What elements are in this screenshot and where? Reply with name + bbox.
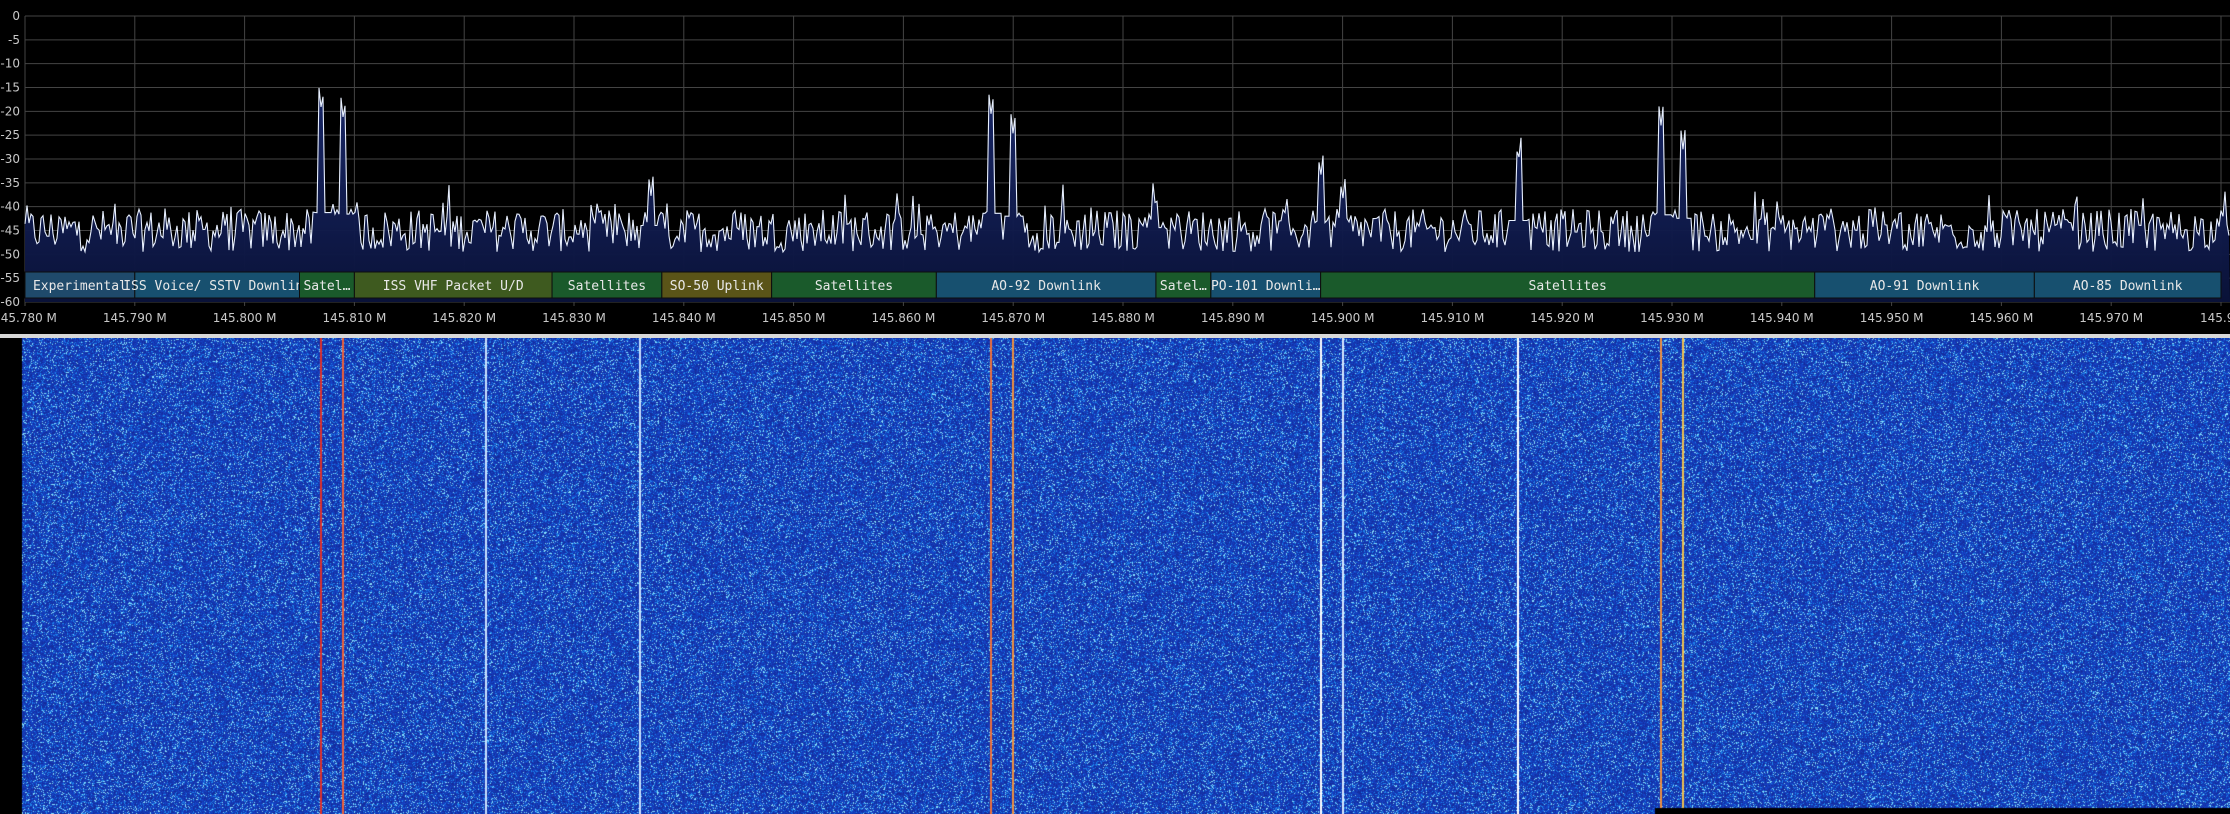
- band-label: Satellites: [815, 279, 893, 294]
- band-label: ISS Voice/ SSTV Downlink: [123, 279, 311, 294]
- freq-axis-label: 145.910 M: [1421, 311, 1485, 325]
- band-segment[interactable]: Experimental: [24, 271, 136, 299]
- freq-axis-label: 145.950 M: [1860, 311, 1924, 325]
- freq-axis-label: 145.830 M: [542, 311, 606, 325]
- db-axis-label: -50: [0, 247, 20, 261]
- freq-axis-label: 145.900 M: [1311, 311, 1375, 325]
- waterfall-display[interactable]: [0, 338, 2230, 814]
- band-segment[interactable]: AO-85 Downlink: [2033, 271, 2222, 299]
- freq-axis-label: 145.98: [2200, 311, 2230, 325]
- db-axis-label: -55: [0, 271, 20, 285]
- band-label: SO-50 Uplink: [670, 279, 764, 294]
- band-segment[interactable]: Satel…: [299, 271, 355, 299]
- freq-axis-label: 145.780 M: [0, 311, 57, 325]
- freq-axis-label: 145.790 M: [103, 311, 167, 325]
- band-label: AO-85 Downlink: [2073, 279, 2183, 294]
- band-segment[interactable]: AO-91 Downlink: [1814, 271, 2035, 299]
- band-label: Satellites: [1529, 279, 1607, 294]
- freq-axis-label: 145.820 M: [432, 311, 496, 325]
- spectrum-fill: [25, 87, 2230, 303]
- band-label: PO-101 Downli…: [1211, 279, 1321, 294]
- freq-axis-label: 145.940 M: [1750, 311, 1814, 325]
- band-segment[interactable]: Satellites: [1320, 271, 1816, 299]
- band-segment[interactable]: Satel…: [1155, 271, 1212, 299]
- freq-axis-label: 145.970 M: [2079, 311, 2143, 325]
- band-label: Experimental: [33, 279, 127, 294]
- freq-axis-label: 145.920 M: [1530, 311, 1594, 325]
- spectrum-plot[interactable]: 0 -5 -10 -15 -20 -25 -30 -35 -40 -45 -50 -55 -60 Expe…: [0, 0, 2230, 334]
- band-label: AO-91 Downlink: [1870, 279, 1980, 294]
- db-axis-label: -10: [0, 57, 20, 71]
- band-segment[interactable]: Satellites: [771, 271, 937, 299]
- db-axis-label: -45: [0, 224, 20, 238]
- band-label: Satel…: [303, 279, 350, 294]
- band-label: Satellites: [568, 279, 646, 294]
- freq-axis-label: 145.850 M: [762, 311, 826, 325]
- band-segment[interactable]: ISS Voice/ SSTV Downlink: [123, 271, 311, 299]
- freq-axis-label: 145.880 M: [1091, 311, 1155, 325]
- db-axis-label: -60: [0, 295, 20, 309]
- band-label: Satel…: [1160, 279, 1207, 294]
- band-segment[interactable]: Satellites: [551, 271, 663, 299]
- db-axis-label: -35: [0, 176, 20, 190]
- band-segment[interactable]: AO-92 Downlink: [935, 271, 1157, 299]
- waterfall-panel[interactable]: [0, 338, 2230, 814]
- freq-axis-label: 145.960 M: [1970, 311, 2034, 325]
- band-label: AO-92 Downlink: [991, 279, 1101, 294]
- spectrum-panel[interactable]: 0 -5 -10 -15 -20 -25 -30 -35 -40 -45 -50 -55 -60 Expe…: [0, 0, 2230, 334]
- db-axis-label: -20: [0, 104, 20, 118]
- db-axis-label: -40: [0, 200, 20, 214]
- band-segment[interactable]: PO-101 Downli…: [1210, 271, 1322, 299]
- band-segment[interactable]: ISS VHF Packet U/D: [353, 271, 553, 299]
- freq-axis-label: 145.890 M: [1201, 311, 1265, 325]
- db-axis-label: -25: [0, 128, 20, 142]
- band-label: ISS VHF Packet U/D: [383, 279, 524, 294]
- freq-axis-label: 145.810 M: [323, 311, 387, 325]
- freq-axis-label: 145.860 M: [872, 311, 936, 325]
- freq-axis-label: 145.800 M: [213, 311, 277, 325]
- db-axis-label: -30: [0, 152, 20, 166]
- band-segment[interactable]: SO-50 Uplink: [661, 271, 773, 299]
- db-axis-label: -15: [0, 81, 20, 95]
- freq-axis-label: 145.870 M: [981, 311, 1045, 325]
- freq-axis-label: 145.840 M: [652, 311, 716, 325]
- db-axis-label: 0: [12, 9, 20, 23]
- freq-axis-label: 145.930 M: [1640, 311, 1704, 325]
- sdr-receiver-window: 0 -5 -10 -15 -20 -25 -30 -35 -40 -45 -50 -55 -60 Expe…: [0, 0, 2230, 814]
- db-axis-label: -5: [8, 33, 20, 47]
